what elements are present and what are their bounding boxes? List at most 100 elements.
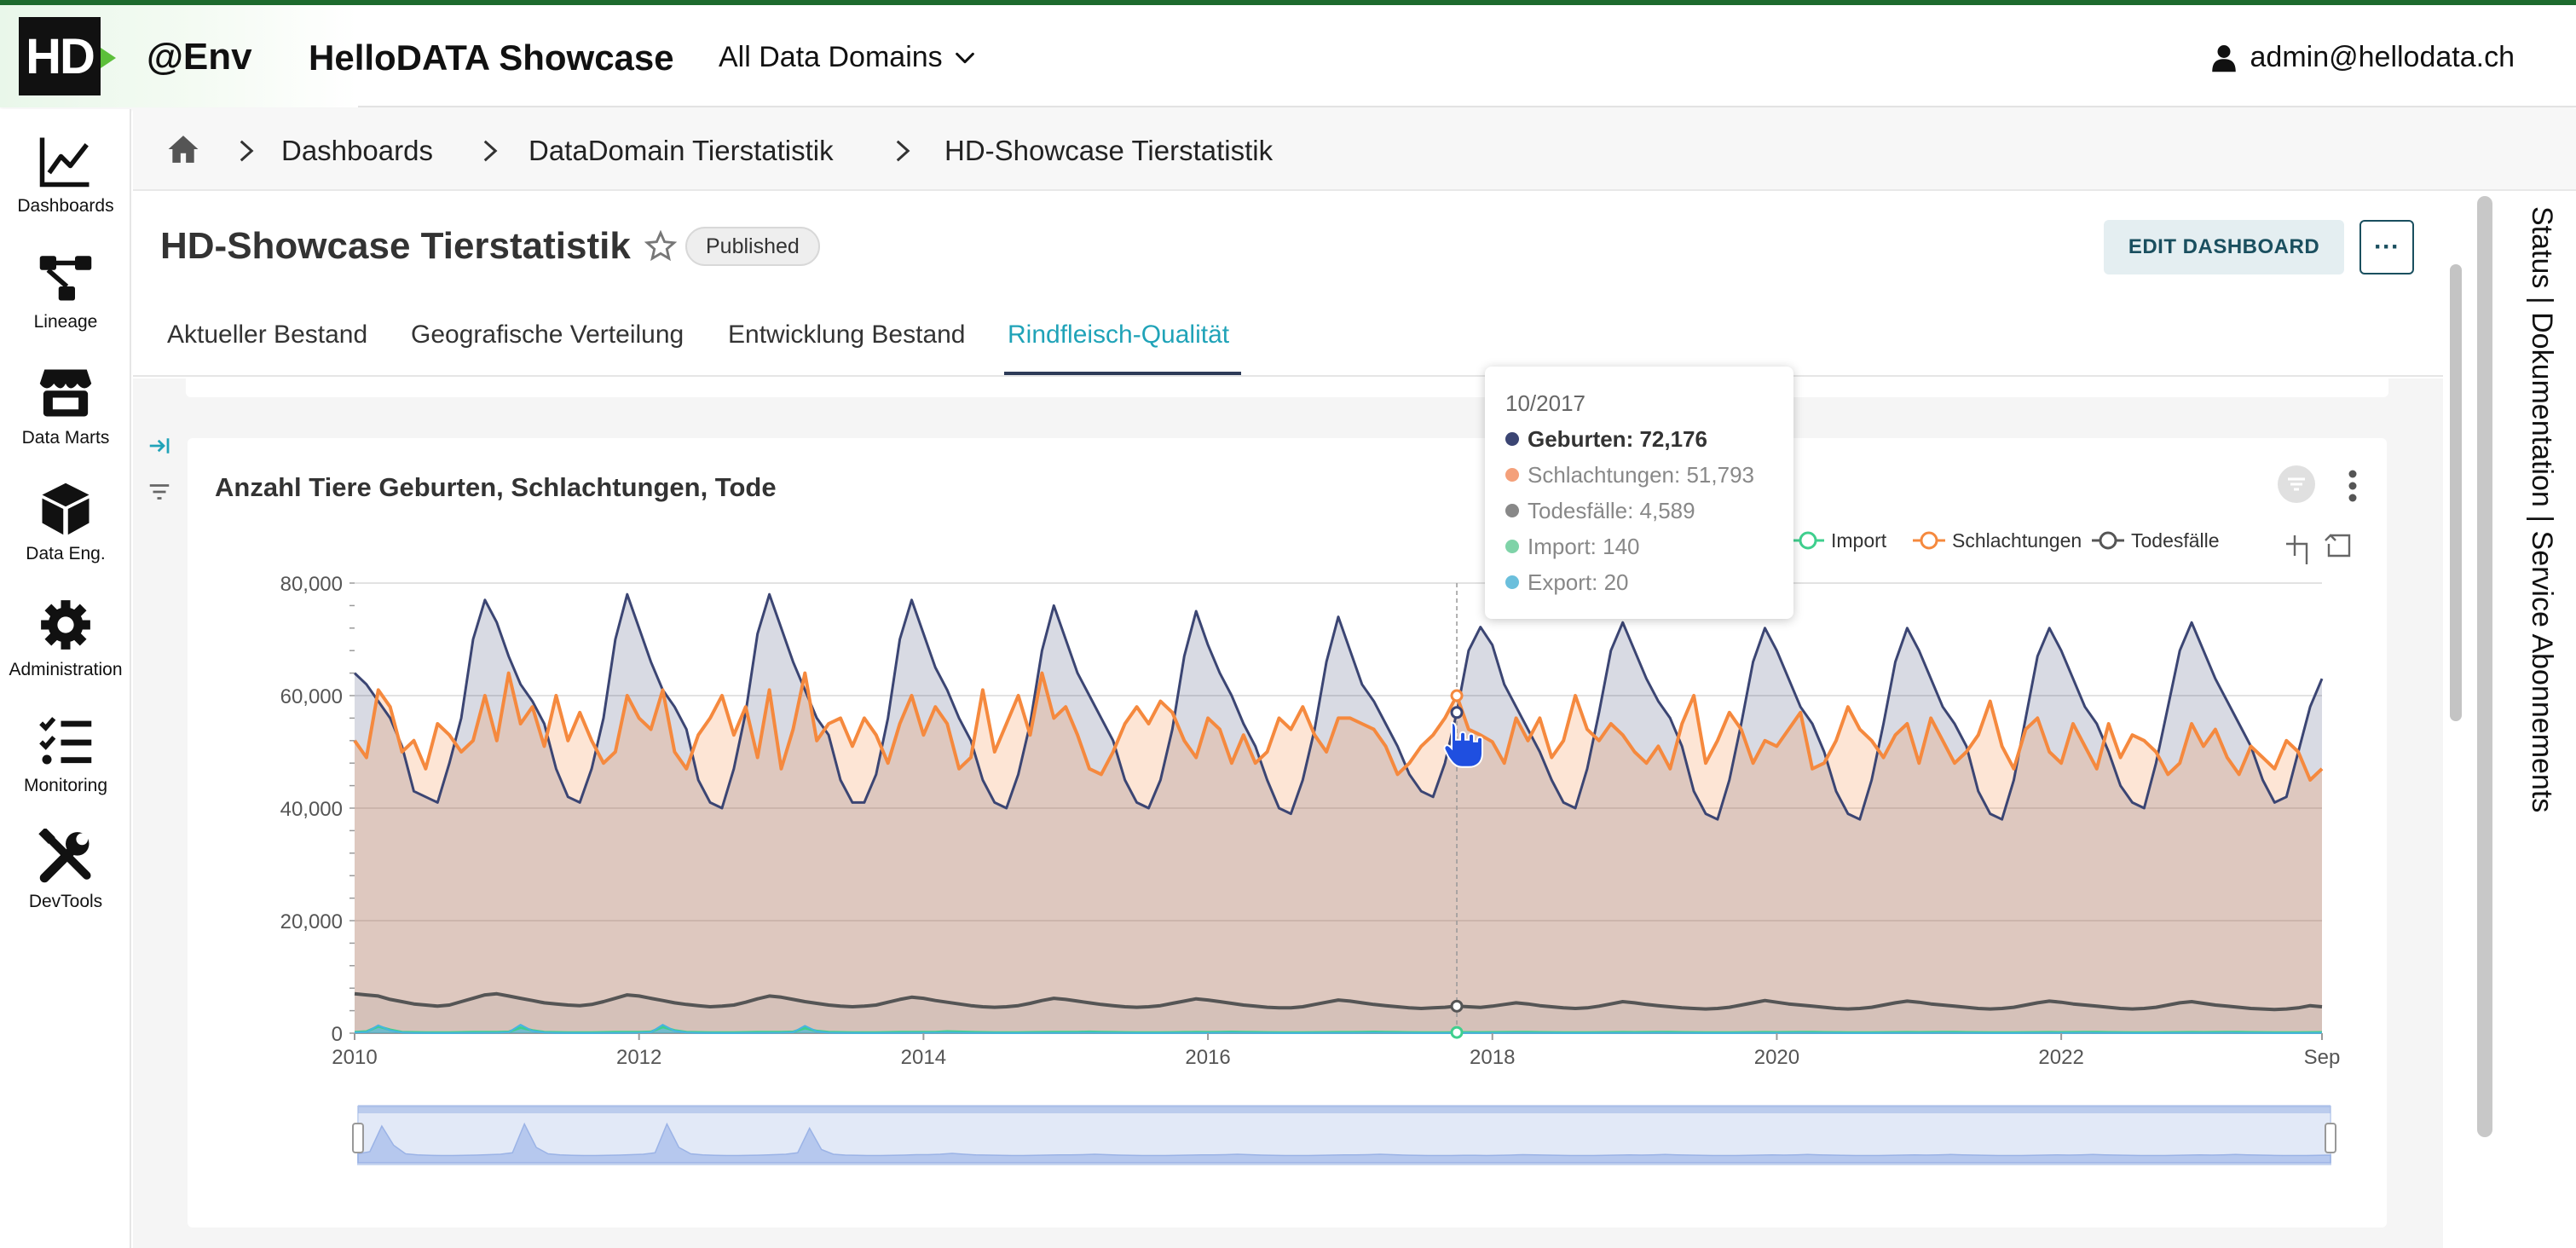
cursor-point xyxy=(1450,999,1464,1013)
tooltip-date: 10/2017 xyxy=(1505,390,1585,416)
more-actions-button[interactable]: ··· xyxy=(2359,220,2414,274)
breadcrumb-item[interactable]: DataDomain Tierstatistik xyxy=(528,135,834,167)
tooltip-value: Todesfälle: 4,589 xyxy=(1528,497,1695,523)
data-domain-select[interactable]: All Data Domains xyxy=(719,41,977,74)
main-content: HD-Showcase Tierstatistik Published EDIT… xyxy=(133,191,2443,1248)
tooltip-value: Import: 140 xyxy=(1528,533,1640,559)
sidebar-item-label: Administration xyxy=(9,660,123,679)
chevron-down-icon xyxy=(955,52,974,63)
sidebar-item-label: DevTools xyxy=(28,892,103,911)
tooltip-dot xyxy=(1505,540,1519,553)
y-tick-label: 60,000 xyxy=(280,685,343,708)
chart-tooltip: 10/2017 Geburten: 72,176 Schlachtungen: … xyxy=(1485,367,1793,619)
tooltip-row: Export: 20 xyxy=(1505,564,1773,600)
edit-dashboard-button[interactable]: EDIT DASHBOARD xyxy=(2104,220,2344,274)
legend-label: Todesfälle xyxy=(2131,529,2220,552)
sidebar-item-label: Monitoring xyxy=(23,776,108,795)
lineage-icon xyxy=(39,256,92,301)
app-title: HelloDATA Showcase xyxy=(309,38,674,78)
y-tick-label: 40,000 xyxy=(280,798,343,821)
env-label: @Env xyxy=(147,36,252,78)
logo-arrow-icon xyxy=(101,48,116,68)
logo[interactable]: HD xyxy=(19,17,101,95)
sidebar-item-data-marts[interactable]: Data Marts xyxy=(0,350,131,460)
zoom-handle-right xyxy=(2325,1123,2336,1153)
sidebar: Dashboards Lineage Data Marts Data Eng. xyxy=(0,109,131,1248)
chevron-right-icon xyxy=(240,140,254,162)
tooltip-row: Todesfälle: 4,589 xyxy=(1505,493,1773,529)
tooltip-value: Geburten: 72,176 xyxy=(1528,425,1707,452)
data-zoom-slider[interactable] xyxy=(352,1105,2336,1165)
content-scrollbar[interactable] xyxy=(2450,264,2462,721)
sidebar-item-administration[interactable]: Administration xyxy=(0,581,131,692)
legend[interactable]: Import Schlachtungen Todesfälle xyxy=(1792,529,2351,564)
tab-bar: Aktueller Bestand Geografische Verteilun… xyxy=(133,302,2443,377)
sidebar-item-lineage[interactable]: Lineage xyxy=(0,234,131,344)
tools-icon xyxy=(38,829,91,883)
expand-panel-icon[interactable] xyxy=(147,433,172,459)
tooltip-dot xyxy=(1505,575,1519,589)
user-icon xyxy=(2211,44,2236,72)
zoom-handle-left xyxy=(352,1123,364,1153)
legend-marker xyxy=(1920,531,1938,550)
breadcrumb-item-current: HD-Showcase Tierstatistik xyxy=(944,135,1274,166)
x-tick-label: 2012 xyxy=(616,1046,661,1069)
brand-area[interactable]: HD @Env xyxy=(0,5,358,107)
tooltip-dot xyxy=(1505,432,1519,446)
sidebar-item-data-eng[interactable]: Data Eng. xyxy=(0,465,131,576)
tooltip-row: Geburten: 72,176 xyxy=(1505,421,1773,457)
dashboard-canvas: Anzahl Tiere Geburten, Schlachtungen, To… xyxy=(133,378,2443,1248)
legend-label: Schlachtungen xyxy=(1952,529,2082,552)
legend-marker xyxy=(2099,531,2117,550)
breadcrumb: Dashboards DataDomain Tierstatistik HD-S… xyxy=(133,109,2576,191)
list-check-icon xyxy=(39,717,92,765)
sidebar-item-label: Dashboards xyxy=(17,196,114,216)
x-tick-label: 2020 xyxy=(1754,1046,1799,1069)
tooltip-dot xyxy=(1505,468,1519,482)
x-tick-label: 2018 xyxy=(1470,1046,1515,1069)
y-tick-label: 0 xyxy=(332,1023,343,1046)
legend-label: Import xyxy=(1831,529,1887,552)
tab-rindfleisch-qualitaet[interactable]: Rindfleisch-Qualität xyxy=(1008,321,1229,350)
sidebar-item-devtools[interactable]: DevTools xyxy=(0,813,131,924)
zoom-icon xyxy=(2286,535,2308,564)
previous-chart-edge xyxy=(186,378,2388,397)
x-tick-label: 2014 xyxy=(901,1046,946,1069)
data-domain-label: All Data Domains xyxy=(719,41,943,73)
sidebar-item-dashboards[interactable]: Dashboards xyxy=(0,118,131,228)
top-bar: HD @Env HelloDATA Showcase All Data Doma… xyxy=(0,5,2576,107)
star-icon[interactable] xyxy=(644,230,677,263)
filter-icon[interactable] xyxy=(147,479,172,505)
restore-icon xyxy=(2325,534,2351,558)
breadcrumb-item[interactable]: Dashboards xyxy=(281,135,433,167)
gear-icon xyxy=(41,600,90,650)
right-rail-links[interactable]: Status | Dokumentation | Service Abonnem… xyxy=(2525,206,2558,812)
chart-svg[interactable]: 0 20,000 40,000 60,000 80,000 2010 2012 2014 201… xyxy=(188,438,2387,1228)
tooltip-row: Schlachtungen: 51,793 xyxy=(1505,457,1773,493)
tooltip-dot xyxy=(1505,504,1519,517)
sidebar-item-monitoring[interactable]: Monitoring xyxy=(0,697,131,808)
chevron-right-icon xyxy=(483,140,498,162)
zoom-bar-top xyxy=(358,1105,2331,1113)
y-tick-label: 80,000 xyxy=(280,573,343,596)
tab-entwicklung-bestand[interactable]: Entwicklung Bestand xyxy=(728,321,966,350)
x-tick-label: 2010 xyxy=(332,1046,377,1069)
chart-line-icon xyxy=(39,137,90,188)
home-icon[interactable] xyxy=(167,133,199,165)
page-scrollbar[interactable] xyxy=(2477,196,2492,1137)
x-tick-label: 2016 xyxy=(1185,1046,1230,1069)
status-badge: Published xyxy=(685,227,820,266)
tab-aktueller-bestand[interactable]: Aktueller Bestand xyxy=(167,321,367,350)
store-icon xyxy=(39,369,92,417)
tooltip-row: Import: 140 xyxy=(1505,529,1773,564)
page-title: HD-Showcase Tierstatistik xyxy=(160,225,631,267)
y-tick-label: 20,000 xyxy=(280,910,343,933)
x-tick-label: 2022 xyxy=(2038,1046,2083,1069)
tab-geografische-verteilung[interactable]: Geografische Verteilung xyxy=(411,321,684,350)
cube-icon xyxy=(42,482,90,535)
sidebar-item-label: Data Marts xyxy=(21,428,110,448)
user-menu[interactable]: admin@hellodata.ch xyxy=(2211,41,2515,74)
chevron-right-icon xyxy=(896,140,910,162)
cursor-point xyxy=(1450,706,1464,719)
active-tab-indicator xyxy=(1004,372,1241,375)
